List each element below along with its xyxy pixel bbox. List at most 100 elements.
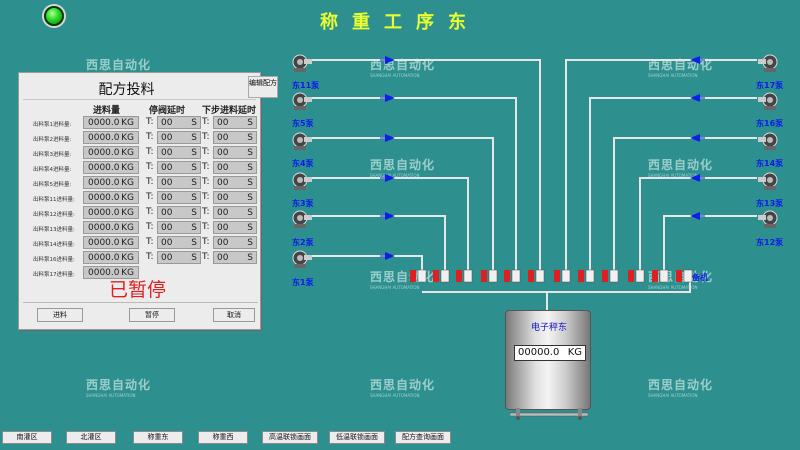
valve — [433, 269, 450, 283]
next-delay-field[interactable]: 00 S — [213, 221, 257, 234]
valve — [652, 269, 669, 283]
nav-high-temp-interlock[interactable]: 高温联锁画面 — [262, 431, 318, 444]
row-label: 出料泵12进料量: — [33, 212, 75, 218]
row-label: 出料泵13进料量: — [33, 227, 75, 233]
row-label: 出料泵16进料量: — [33, 257, 75, 263]
row-label: 出料泵4进料量: — [33, 167, 72, 173]
quantity-field[interactable]: 0000.0 KG — [83, 206, 139, 219]
pump-icon[interactable] — [758, 52, 782, 76]
next-delay-field[interactable]: 00 S — [213, 206, 257, 219]
quantity-field[interactable]: 0000.0 KG — [83, 176, 139, 189]
tank-stand — [510, 408, 588, 420]
pump-label: 东2泵 — [292, 238, 314, 247]
quantity-field[interactable]: 0000.0 KG — [83, 251, 139, 264]
pipe-left-2 — [310, 215, 446, 278]
panel-title: 配方投料 — [98, 82, 155, 98]
t-label: T: — [202, 237, 210, 247]
recipe-row: 出料泵12进料量: 0000.0 KG T: 00 S T: 00 S — [19, 206, 262, 220]
next-delay-field[interactable]: 00 S — [213, 176, 257, 189]
t-label: T: — [202, 117, 210, 127]
quantity-field[interactable]: 0000.0 KG — [83, 161, 139, 174]
t-label: T: — [202, 147, 210, 157]
t-label: T: — [202, 207, 210, 217]
column-header-next-delay: 下步进料延时 — [202, 106, 257, 116]
row-label: 出料泵14进料量: — [33, 242, 75, 248]
pump-icon[interactable] — [758, 90, 782, 114]
valve — [456, 269, 473, 283]
quantity-field[interactable]: 0000.0 KG — [83, 146, 139, 159]
valve-delay-field[interactable]: 00 S — [157, 221, 201, 234]
next-delay-field[interactable]: 00 S — [213, 116, 257, 129]
pump-icon[interactable] — [288, 130, 312, 154]
scale-readout: 00000.0 KG — [514, 345, 586, 361]
t-label: T: — [146, 147, 154, 157]
valve-delay-field[interactable]: 00 S — [157, 236, 201, 249]
quantity-field[interactable]: 0000.0 KG — [83, 191, 139, 204]
valve — [481, 269, 498, 283]
electronic-scale-tank[interactable]: 电子秤东 00000.0 KG — [505, 310, 591, 410]
pump-icon[interactable] — [758, 130, 782, 154]
pump-icon[interactable] — [288, 52, 312, 76]
valve — [410, 269, 427, 283]
nav-south-tank-area[interactable]: 南灌区 — [2, 431, 52, 444]
edit-recipe-button[interactable]: 编辑配方 — [248, 76, 278, 98]
pump-icon[interactable] — [288, 208, 312, 232]
t-label: T: — [202, 177, 210, 187]
pump-label: 东1泵 — [292, 278, 314, 287]
valve-delay-field[interactable]: 00 S — [157, 191, 201, 204]
t-label: T: — [146, 132, 154, 142]
nav-recipe-query[interactable]: 配方查询画面 — [395, 431, 451, 444]
next-delay-field[interactable]: 00 S — [213, 161, 257, 174]
row-label: 出料泵11进料量: — [33, 197, 75, 203]
t-label: T: — [146, 162, 154, 172]
next-delay-field[interactable]: 00 S — [213, 146, 257, 159]
pipe-left-1 — [310, 255, 423, 278]
valve-delay-field[interactable]: 00 S — [157, 131, 201, 144]
pause-status-text: 已暂停 — [109, 279, 167, 301]
quantity-field[interactable]: 0000.0 KG — [83, 131, 139, 144]
valve-delay-field[interactable]: 00 S — [157, 176, 201, 189]
pump-icon[interactable] — [288, 170, 312, 194]
t-label: T: — [202, 132, 210, 142]
valve-delay-field[interactable]: 00 S — [157, 251, 201, 264]
next-delay-field[interactable]: 00 S — [213, 191, 257, 204]
pump-icon[interactable] — [758, 170, 782, 194]
nav-weighing-west[interactable]: 称重西 — [198, 431, 248, 444]
nav-low-temp-interlock[interactable]: 低温联锁画面 — [329, 431, 385, 444]
nav-north-tank-area[interactable]: 北灌区 — [66, 431, 116, 444]
nav-weighing-east[interactable]: 称重东 — [133, 431, 183, 444]
pipe-left-5 — [310, 97, 517, 278]
pump-icon[interactable] — [288, 90, 312, 114]
row-label: 出料泵2进料量: — [33, 137, 72, 143]
pump-label: 东5泵 — [292, 119, 314, 128]
valve-delay-field[interactable]: 00 S — [157, 206, 201, 219]
pause-button[interactable]: 暂停 — [129, 308, 175, 322]
next-delay-field[interactable]: 00 S — [213, 131, 257, 144]
cancel-button[interactable]: 取消 — [213, 308, 255, 322]
t-label: T: — [146, 252, 154, 262]
bottom-navigation: 南灌区 北灌区 称重东 称重西 高温联锁画面 低温联锁画面 配方查询画面 — [0, 430, 800, 450]
row-label: 出料泵1进料量: — [33, 122, 72, 128]
quantity-field[interactable]: 0000.0 KG — [83, 116, 139, 129]
next-delay-field[interactable]: 00 S — [213, 236, 257, 249]
next-delay-field[interactable]: 00 S — [213, 251, 257, 264]
quantity-field[interactable]: 0000.0 KG — [83, 221, 139, 234]
quantity-field[interactable]: 0000.0 KG — [83, 236, 139, 249]
valve-delay-field[interactable]: 00 S — [157, 146, 201, 159]
pump-icon[interactable] — [758, 208, 782, 232]
feed-button[interactable]: 进料 — [37, 308, 83, 322]
scale-label: 电子秤东 — [530, 323, 567, 333]
pipe-right-12 — [663, 215, 757, 278]
recipe-row: 出料泵14进料量: 0000.0 KG T: 00 S T: 00 S — [19, 236, 262, 250]
divider — [23, 99, 256, 100]
column-header-quantity: 进料量 — [93, 106, 121, 116]
pump-label: 东16泵 — [756, 119, 784, 128]
t-label: T: — [202, 222, 210, 232]
valve-delay-field[interactable]: 00 S — [157, 116, 201, 129]
valve — [504, 269, 521, 283]
row-label: 出料泵3进料量: — [33, 152, 72, 158]
t-label: T: — [146, 192, 154, 202]
pump-icon[interactable] — [288, 248, 312, 272]
recipe-feed-panel: 配方投料 编辑配方 进料量 停阀延时 下步进料延时 出料泵1进料量: 0000.… — [18, 72, 278, 330]
valve-delay-field[interactable]: 00 S — [157, 161, 201, 174]
